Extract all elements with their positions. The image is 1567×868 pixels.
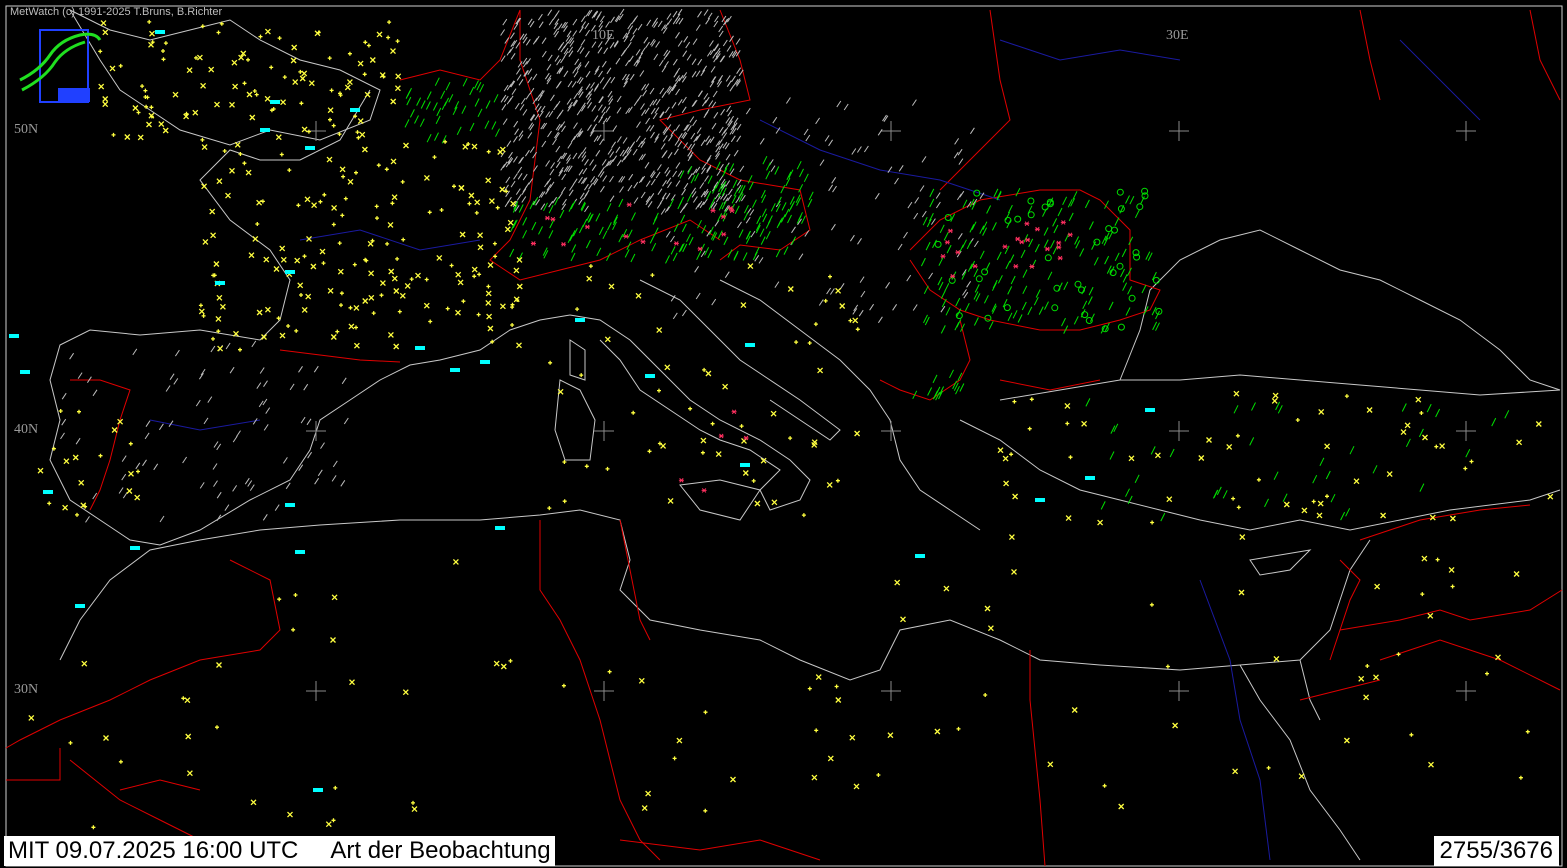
- ship-icon: [75, 604, 85, 608]
- lat-label-50n: 50N: [14, 122, 39, 137]
- lat-label-40n: 40N: [14, 422, 39, 437]
- ship-icon: [155, 30, 165, 34]
- ship-icon: [285, 270, 295, 274]
- ship-icon: [9, 334, 19, 338]
- ship-icon: [745, 343, 755, 347]
- lon-label-30e: 30E: [1166, 28, 1189, 43]
- ship-icon: [295, 550, 305, 554]
- lat-label-30n: 30N: [14, 682, 39, 697]
- observation-datetime: MIT 09.07.2025 16:00 UTC: [8, 837, 299, 864]
- ship-icon: [575, 318, 585, 322]
- ship-icon: [915, 554, 925, 558]
- lon-label-10e: 10E: [592, 28, 615, 43]
- ship-icon: [740, 463, 750, 467]
- status-bar-left: MIT 09.07.2025 16:00 UTC Art der Beobacht…: [4, 836, 555, 866]
- observation-parameter: Art der Beobachtung: [330, 837, 551, 864]
- ship-icon: [1085, 476, 1095, 480]
- ship-icon: [260, 128, 270, 132]
- ship-icon: [1035, 498, 1045, 502]
- ship-icon: [480, 360, 490, 364]
- station-count: 2755/3676: [1433, 836, 1559, 866]
- ship-icon: [415, 346, 425, 350]
- copyright-text: MetWatch (c) 1991-2025 T.Bruns, B.Richte…: [10, 6, 223, 18]
- ship-icon: [645, 374, 655, 378]
- ship-icon: [270, 100, 280, 104]
- ship-icon: [305, 146, 315, 150]
- weather-map[interactable]: [0, 0, 1567, 868]
- map-frame: MetWatch (c) 1991-2025 T.Bruns, B.Richte…: [0, 0, 1567, 868]
- ship-icon: [285, 503, 295, 507]
- ship-icon: [215, 281, 225, 285]
- ship-icon: [1145, 408, 1155, 412]
- ship-icon: [313, 788, 323, 792]
- ship-icon: [43, 490, 53, 494]
- ship-icon: [20, 370, 30, 374]
- ship-icon: [450, 368, 460, 372]
- ship-icon: [130, 546, 140, 550]
- ship-icon: [350, 108, 360, 112]
- ship-icon: [495, 526, 505, 530]
